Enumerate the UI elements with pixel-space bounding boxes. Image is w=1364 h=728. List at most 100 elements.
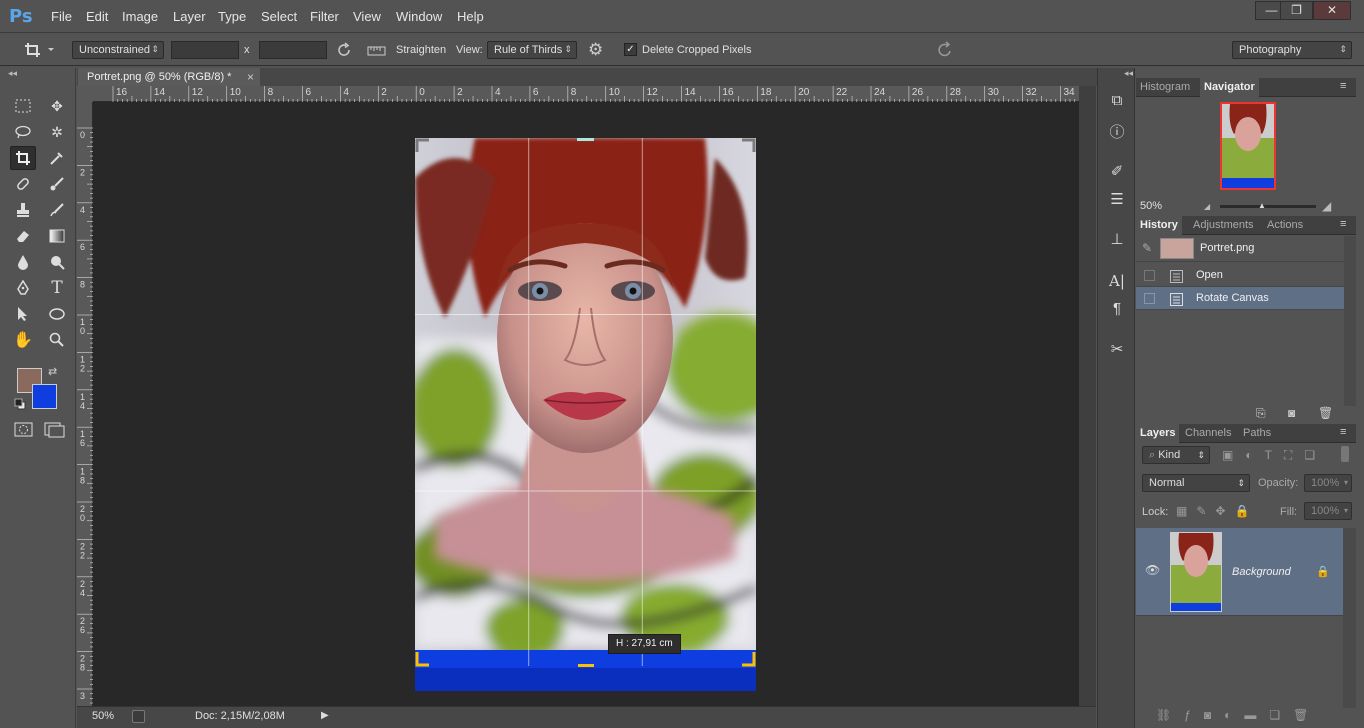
opacity-input[interactable]: 100% ▾ (1304, 474, 1352, 492)
vertical-scrollbar[interactable] (1079, 86, 1096, 706)
delete-state-trash-icon[interactable]: 🗑 (1318, 406, 1333, 420)
layer-name[interactable]: Background (1232, 566, 1291, 578)
restore-button[interactable]: ❐ (1280, 1, 1313, 20)
ratio-select[interactable]: Unconstrained ⇕ (72, 41, 164, 59)
zoom-in-icon[interactable]: ◢ (1322, 199, 1331, 213)
tab-history[interactable]: History (1136, 216, 1182, 235)
blend-mode-select[interactable]: Normal ⇕ (1142, 474, 1250, 492)
zoom-level[interactable]: 50% (92, 710, 114, 722)
layer-filter-select[interactable]: ⌕ Kind ⇕ (1142, 446, 1210, 464)
blur-tool-icon[interactable] (10, 250, 36, 274)
menu-layer[interactable]: Layer (173, 9, 206, 24)
fill-input[interactable]: 100% ▾ (1304, 502, 1352, 520)
eyedropper-tool-icon[interactable] (44, 146, 70, 170)
background-color-swatch[interactable] (32, 384, 57, 409)
brush-presets-icon[interactable]: ✐ (1106, 162, 1128, 182)
history-snapshot[interactable]: ✎ Portret.png (1136, 236, 1344, 262)
brush-tool-icon[interactable] (44, 172, 70, 196)
character-icon[interactable]: A| (1106, 272, 1128, 292)
info-icon[interactable]: ⓘ (1106, 121, 1128, 141)
history-step-open[interactable]: Open (1136, 264, 1344, 287)
zoom-out-icon[interactable]: ◢ (1204, 202, 1210, 211)
status-menu-arrow-icon[interactable]: ▶ (321, 710, 329, 721)
tab-paths[interactable]: Paths (1239, 424, 1275, 443)
reset-crop-icon[interactable] (935, 40, 955, 60)
crop-tool-icon[interactable] (10, 146, 36, 170)
tab-channels[interactable]: Channels (1181, 424, 1235, 443)
paragraph-icon[interactable]: ¶ (1106, 300, 1128, 320)
navigator-thumbnail[interactable] (1220, 102, 1276, 190)
panel-menu-icon[interactable]: ≡ (1340, 80, 1346, 92)
layer-visibility-eye-icon[interactable]: 👁 (1145, 563, 1160, 577)
menu-image[interactable]: Image (122, 9, 158, 24)
straighten-button[interactable]: Straighten (396, 44, 446, 56)
layer-filter-type-icons[interactable]: ▣◐T⛶❏ (1222, 448, 1327, 463)
eraser-tool-icon[interactable] (10, 224, 36, 248)
filter-toggle[interactable] (1341, 446, 1349, 462)
3d-panel-icon[interactable]: ⧉ (1106, 92, 1128, 112)
move-tool-icon[interactable]: ✥ (44, 94, 70, 118)
menu-help[interactable]: Help (457, 9, 484, 24)
workspace-select[interactable]: Photography ⇕ (1232, 41, 1352, 59)
hand-tool-icon[interactable]: ✋ (10, 328, 36, 352)
tab-adjustments[interactable]: Adjustments (1189, 216, 1258, 235)
crop-tool-preset-picker[interactable] (24, 40, 56, 60)
tab-actions[interactable]: Actions (1263, 216, 1307, 235)
menu-file[interactable]: File (51, 9, 72, 24)
menu-type[interactable]: Type (218, 9, 246, 24)
lock-option-icons[interactable]: ▦✎✥🔒 (1176, 504, 1258, 518)
history-scrollbar[interactable] (1344, 236, 1356, 406)
navigator-zoom-slider[interactable]: ▲ (1220, 201, 1316, 210)
menu-view[interactable]: View (353, 9, 381, 24)
proof-setup-icon[interactable] (132, 710, 145, 723)
swap-dimensions-icon[interactable] (335, 41, 353, 59)
width-input[interactable] (171, 41, 239, 59)
tab-layers[interactable]: Layers (1136, 424, 1180, 443)
layers-scrollbar[interactable] (1343, 528, 1356, 708)
tool-presets-icon[interactable]: ✂ (1106, 340, 1128, 360)
gradient-tool-icon[interactable] (44, 224, 70, 248)
rectangular-marquee-tool-icon[interactable] (10, 94, 36, 118)
menu-select[interactable]: Select (261, 9, 297, 24)
new-snapshot-camera-icon[interactable]: ◙ (1288, 406, 1295, 420)
history-step-rotate-canvas[interactable]: Rotate Canvas (1136, 287, 1344, 310)
history-brush-source-icon[interactable]: ✎ (1142, 241, 1152, 255)
lasso-tool-icon[interactable] (10, 120, 36, 144)
properties-icon[interactable]: ☰ (1106, 190, 1128, 210)
menu-edit[interactable]: Edit (86, 9, 108, 24)
history-source-checkbox[interactable] (1144, 293, 1155, 304)
dodge-tool-icon[interactable] (44, 250, 70, 274)
swap-colors-icon[interactable]: ⇄ (48, 365, 57, 378)
history-brush-tool-icon[interactable] (44, 198, 70, 222)
zoom-tool-icon[interactable] (44, 328, 70, 352)
layer-row-background[interactable]: 👁 Background 🔒 (1136, 528, 1343, 616)
collapse-panel-icon[interactable]: ◂◂ (8, 68, 17, 79)
magic-wand-tool-icon[interactable]: ✲ (44, 120, 70, 144)
delete-cropped-checkbox[interactable]: ✓ (624, 43, 637, 56)
clone-source-icon[interactable]: ⊥ (1106, 230, 1128, 250)
default-colors-icon[interactable] (14, 398, 26, 410)
expand-dock-icon[interactable]: ◂◂ (1124, 68, 1133, 79)
type-tool-icon[interactable]: T (44, 276, 70, 300)
spot-healing-brush-tool-icon[interactable] (10, 172, 36, 196)
screen-mode-icon[interactable] (44, 422, 66, 438)
close-window-button[interactable]: ✕ (1313, 1, 1351, 20)
pen-tool-icon[interactable] (10, 276, 36, 300)
quick-mask-icon[interactable] (14, 422, 34, 438)
menu-window[interactable]: Window (396, 9, 442, 24)
ellipse-tool-icon[interactable] (44, 302, 70, 326)
panel-menu-icon[interactable]: ≡ (1340, 426, 1346, 438)
new-document-from-state-icon[interactable]: ⎘ (1256, 406, 1266, 421)
height-input[interactable] (259, 41, 327, 59)
tab-histogram[interactable]: Histogram (1136, 78, 1194, 97)
panel-menu-icon[interactable]: ≡ (1340, 218, 1346, 230)
close-document-icon[interactable]: × (247, 68, 254, 86)
path-selection-tool-icon[interactable] (10, 302, 36, 326)
layers-bottom-action-icons[interactable]: ⛓ƒ◙◐▬❏🗑 (1156, 708, 1321, 722)
straighten-icon[interactable] (367, 42, 387, 58)
navigator-zoom-value[interactable]: 50% (1140, 200, 1162, 212)
document-image[interactable] (415, 138, 756, 691)
clone-stamp-tool-icon[interactable] (10, 198, 36, 222)
document-tab[interactable]: Portret.png @ 50% (RGB/8) * × (78, 68, 260, 86)
crop-settings-gear-icon[interactable]: ⚙ (588, 40, 612, 62)
